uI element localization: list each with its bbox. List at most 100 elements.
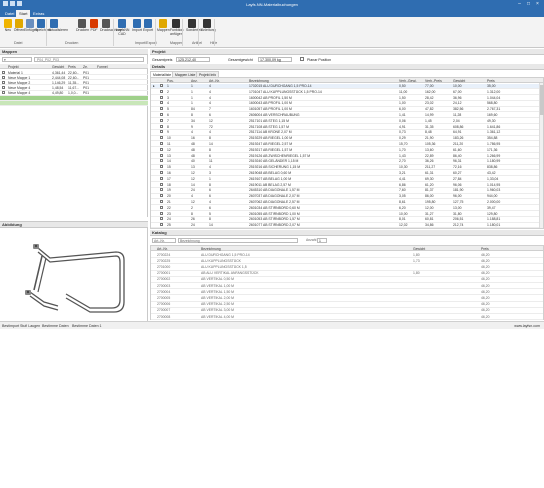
- row-checkbox[interactable]: [160, 136, 163, 140]
- ribbon-button-label: Öffnen: [13, 28, 25, 32]
- row-checkbox[interactable]: [160, 95, 163, 100]
- table-cell: 60,81: [425, 217, 434, 222]
- row-checkbox[interactable]: [160, 107, 163, 111]
- row-checkbox[interactable]: [160, 89, 163, 94]
- status-item[interactable]: Bestimport: [2, 324, 19, 328]
- row-checkbox[interactable]: [160, 159, 163, 163]
- table-cell: P01: [83, 86, 90, 91]
- refresh-button[interactable]: Aktualisieren: [48, 18, 68, 33]
- star-button[interactable]: Sonderteil: [186, 18, 202, 33]
- row-checkbox[interactable]: [160, 153, 163, 158]
- menu-extras[interactable]: Extras: [30, 10, 47, 17]
- table-cell: 23,02: [425, 101, 434, 106]
- table-cell: 24: [191, 188, 195, 193]
- maximize-icon[interactable]: □: [524, 0, 533, 9]
- table-cell: 46,20: [481, 258, 490, 263]
- row-checkbox[interactable]: [160, 188, 163, 192]
- row-checkbox[interactable]: [160, 171, 163, 175]
- row-checkbox[interactable]: [160, 84, 163, 88]
- katalog-bezeichnung-filter[interactable]: Bezeichnung: [178, 238, 298, 243]
- details-vertical-scrollbar[interactable]: [539, 83, 544, 228]
- close-icon[interactable]: ×: [533, 0, 542, 9]
- cad-button[interactable]: LayfsNN CAD: [116, 18, 129, 36]
- row-checkbox[interactable]: [160, 113, 163, 117]
- row-checkbox[interactable]: [2, 86, 5, 90]
- row-checkbox[interactable]: [160, 200, 163, 204]
- table-cell: 11,00: [399, 89, 408, 94]
- print-button[interactable]: Drucken: [76, 18, 89, 33]
- planar-checkbox[interactable]: [300, 57, 304, 61]
- help-button[interactable]: Anleitung: [201, 18, 216, 33]
- table-cell: 2519247 AB RIEGEL 2,57 M: [249, 142, 293, 146]
- row-checkbox[interactable]: [160, 130, 163, 134]
- table-cell: 2607037 AB DIAGONALE 2,07 M: [249, 194, 300, 199]
- status-item[interactable]: Bestimme Daten 1: [72, 324, 102, 328]
- table-cell: 46,20: [481, 277, 490, 282]
- table-row[interactable]: 25 24 14 2601077 AB STIRNBORD 2,07 M 12,02 34…: [151, 223, 543, 229]
- table-cell: 12: [191, 200, 195, 204]
- katalog-anzahl-input[interactable]: 1: [317, 238, 327, 243]
- menu-start[interactable]: Start: [16, 10, 31, 17]
- row-checkbox[interactable]: [2, 80, 5, 85]
- table-cell: 96,00: [453, 194, 462, 199]
- table-row[interactable]: 2700008 AB VERTIKAL 4,00 M 46,20: [151, 314, 543, 321]
- print-settings-button[interactable]: Drucksachenn: [100, 18, 122, 33]
- mappen-filter-combo[interactable]: ▾: [2, 57, 32, 62]
- function-button[interactable]: Funktion anfügen: [170, 18, 183, 36]
- table-cell: 1701047 ALU KUPPLUNGSSTÜCK 1,5 PRO-14: [249, 89, 322, 94]
- table-cell: 4,361,44: [52, 70, 66, 75]
- table-cell: 127,75: [453, 200, 464, 204]
- table-header: Art.-Nr. Bezeichnung Gewicht Preis: [151, 246, 543, 251]
- folder-button[interactable]: Mappen: [157, 18, 170, 33]
- row-checkbox[interactable]: [160, 101, 163, 105]
- table-cell: 22,89: [425, 153, 434, 158]
- row-checkbox[interactable]: [160, 147, 163, 152]
- table-cell: 183,26: [453, 136, 464, 141]
- table-cell: 4: [209, 89, 211, 94]
- row-checkbox[interactable]: [160, 165, 163, 169]
- export-button[interactable]: Export: [142, 18, 154, 33]
- row-checkbox[interactable]: [160, 142, 163, 146]
- row-checkbox[interactable]: [160, 217, 163, 221]
- row-checkbox[interactable]: [160, 194, 163, 198]
- row-checkbox[interactable]: [160, 223, 163, 227]
- table-cell: 4: [209, 101, 211, 106]
- table-cell: 2,04: [453, 118, 460, 123]
- minimize-icon[interactable]: –: [515, 0, 524, 9]
- gesamtpreis-field[interactable]: 125.212,40: [176, 57, 210, 62]
- row-checkbox[interactable]: [160, 182, 163, 187]
- row-checkbox[interactable]: [160, 176, 163, 181]
- column-header: Preis: [487, 78, 495, 83]
- table-cell: 11,35...: [68, 80, 80, 85]
- row-checkbox[interactable]: [160, 211, 163, 216]
- table-cell: 2519229 AB RIEGEL 1,00 M: [249, 136, 293, 141]
- row-checkbox[interactable]: [2, 70, 5, 75]
- pdf-button[interactable]: PDF: [88, 18, 100, 33]
- row-checkbox[interactable]: [160, 124, 163, 129]
- gesamtgewicht-field[interactable]: 17.300,09 kg: [258, 57, 292, 62]
- column-header: Verh.-Preis: [425, 78, 442, 83]
- katalog-artnr-filter[interactable]: Art.-Nr.: [152, 238, 176, 243]
- table-cell: AB VERTIKAL 2,50 M: [201, 302, 234, 307]
- table-cell: 2519126 AB ZWISCHENRIEGEL 1,57 M: [249, 153, 311, 158]
- table-cell: 27,84: [453, 176, 462, 181]
- mappen-search-input[interactable]: P04_P02_P03: [34, 57, 144, 62]
- projekt-title: Projekt: [150, 49, 544, 55]
- table-cell: 2601034 AB STIRNBORD 0,60 M: [249, 205, 300, 210]
- row-checkbox[interactable]: [160, 205, 163, 210]
- table-cell: 24: [191, 223, 195, 228]
- table-cell: AB VERTIKAL 3,00 M: [201, 308, 234, 313]
- table-cell: 1,80: [413, 252, 420, 257]
- row-checkbox[interactable]: [2, 91, 5, 95]
- status-item[interactable]: Bestimme Daten: [42, 324, 69, 328]
- new-row[interactable]: [0, 101, 148, 107]
- table-cell: 49,30: [487, 118, 496, 123]
- table-cell: 1,73: [413, 258, 420, 263]
- table-cell: 13,00: [453, 205, 462, 210]
- status-item[interactable]: Stufi Laugen: [20, 324, 40, 328]
- row-checkbox[interactable]: [2, 75, 5, 80]
- ribbon-group-label: Datei: [14, 41, 23, 45]
- row-checkbox[interactable]: [160, 118, 163, 123]
- column-header: Ze.: [83, 64, 88, 69]
- column-header: Art.-Nr.: [157, 246, 168, 251]
